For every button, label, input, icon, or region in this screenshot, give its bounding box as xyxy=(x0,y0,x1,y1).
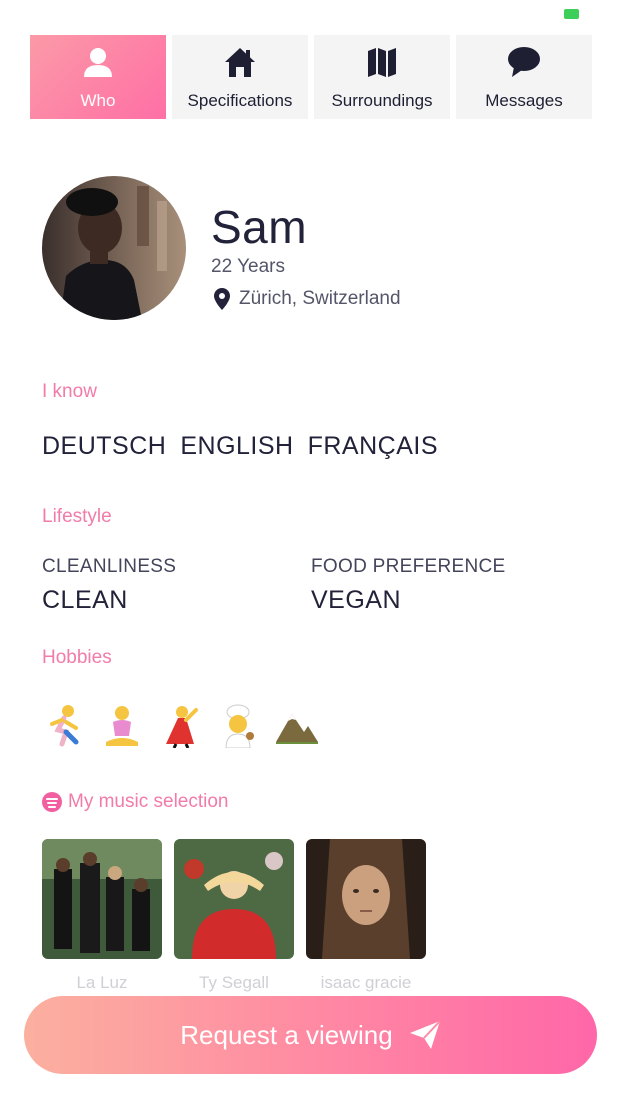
request-viewing-label: Request a viewing xyxy=(180,1019,393,1050)
profile-age: 22 Years xyxy=(211,256,285,277)
cleanliness-value: CLEAN xyxy=(42,586,128,614)
battery-icon xyxy=(564,9,579,19)
food-preference-value: VEGAN xyxy=(311,586,402,614)
tab-label: Who xyxy=(80,91,116,110)
album-artist: isaac gracie xyxy=(320,973,412,992)
tab-who[interactable]: Who xyxy=(30,35,166,119)
cooking-emoji-icon xyxy=(216,702,260,750)
dancing-emoji-icon xyxy=(158,702,202,750)
lifestyle-title: Lifestyle xyxy=(42,506,112,527)
map-icon xyxy=(366,45,398,79)
yoga-emoji-icon xyxy=(100,702,144,750)
album-list: La Luz Ty Segall isaac gracie xyxy=(42,839,426,993)
album-cover xyxy=(42,839,162,959)
avatar xyxy=(42,176,186,320)
cleanliness-label: CLEANLINESS xyxy=(42,556,177,577)
tab-messages[interactable]: Messages xyxy=(456,35,592,119)
tab-bar: Who Specifications Surroundings Messages xyxy=(30,35,592,119)
location-text: Zürich, Switzerland xyxy=(239,288,401,309)
spotify-icon xyxy=(42,792,62,812)
mountain-emoji-icon xyxy=(274,702,318,750)
languages-list: DEUTSCH ENGLISH FRANÇAIS xyxy=(42,432,438,461)
tab-surroundings[interactable]: Surroundings xyxy=(314,35,450,119)
hobbies-list xyxy=(42,702,318,750)
location-pin-icon xyxy=(214,288,230,310)
profile-location: Zürich, Switzerland xyxy=(214,288,401,310)
language-item: FRANÇAIS xyxy=(307,432,439,460)
album-item[interactable]: La Luz xyxy=(42,839,162,993)
album-item[interactable]: Ty Segall xyxy=(174,839,294,993)
running-emoji-icon xyxy=(42,702,86,750)
hobbies-title: Hobbies xyxy=(42,647,112,668)
request-viewing-button[interactable]: Request a viewing xyxy=(24,996,597,1074)
languages-title: I know xyxy=(42,381,97,402)
profile-name: Sam xyxy=(211,201,308,253)
user-icon xyxy=(82,45,114,79)
tab-specifications[interactable]: Specifications xyxy=(172,35,308,119)
music-section-title: My music selection xyxy=(42,791,229,813)
album-cover xyxy=(174,839,294,959)
album-artist: Ty Segall xyxy=(199,973,269,992)
tab-label: Surroundings xyxy=(331,91,433,110)
album-item[interactable]: isaac gracie xyxy=(306,839,426,993)
chat-bubble-icon xyxy=(507,45,541,79)
send-icon xyxy=(409,1020,441,1049)
album-cover xyxy=(306,839,426,959)
tab-label: Specifications xyxy=(187,91,293,110)
language-item: ENGLISH xyxy=(180,432,294,460)
album-artist: La Luz xyxy=(76,973,128,992)
music-title-text: My music selection xyxy=(68,791,229,812)
tab-label: Messages xyxy=(485,91,563,110)
home-icon xyxy=(223,45,257,79)
language-item: DEUTSCH xyxy=(42,432,167,460)
food-preference-label: FOOD PREFERENCE xyxy=(311,556,506,577)
